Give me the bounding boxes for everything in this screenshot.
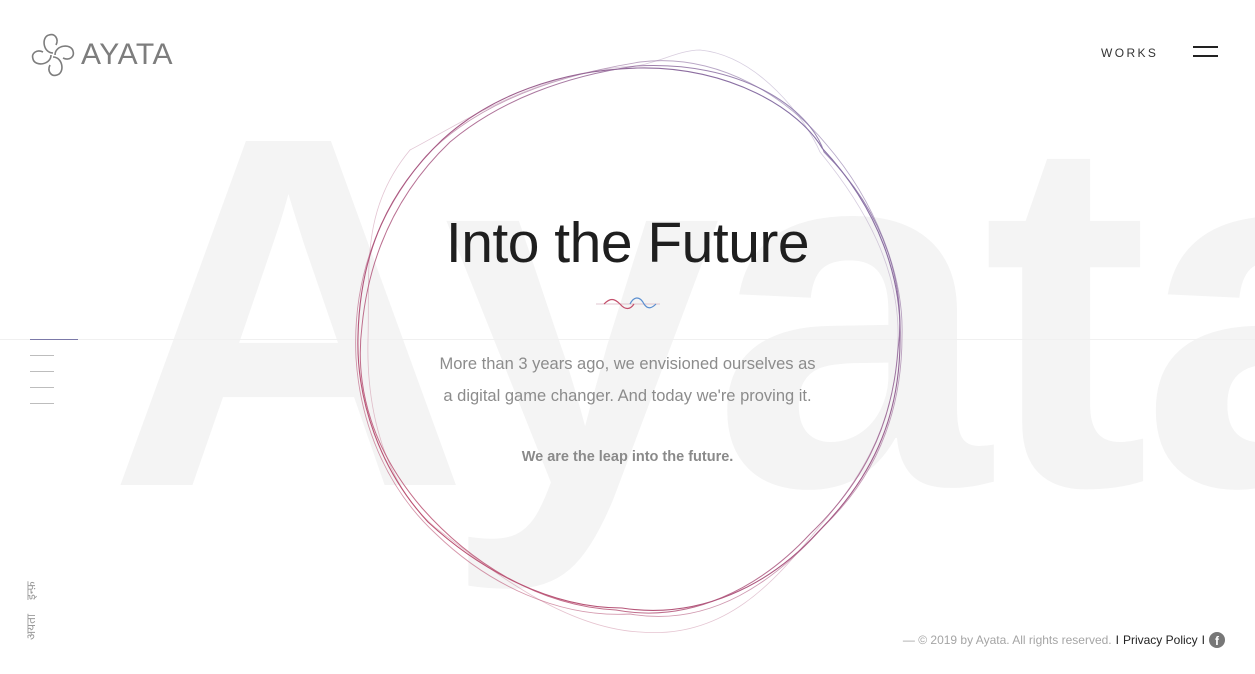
organic-rings-graphic [355,49,903,634]
brand-logo[interactable]: AYATA [29,31,173,79]
clover-logo-icon [31,33,75,77]
hero-tagline: We are the leap into the future. [521,449,734,465]
privacy-policy-link[interactable]: Privacy Policy [1123,633,1198,647]
wave-divider-icon [596,297,660,310]
hamburger-menu-icon[interactable] [1193,46,1219,60]
brand-name: AYATA [81,38,173,71]
slide-indicator[interactable] [30,403,54,404]
footer-separator: I [1115,633,1119,647]
slide-indicator[interactable] [30,355,54,356]
hero-description: More than 3 years ago, we envisioned our… [0,348,1255,412]
slide-indicator[interactable] [30,371,54,372]
facebook-icon[interactable]: f [1209,632,1225,648]
nav-works-link[interactable]: WORKS [1101,46,1158,60]
hero-line-1: More than 3 years ago, we envisioned our… [439,355,816,373]
vertical-text-2: इन्फ़ [24,581,38,600]
menu-line [1193,46,1218,48]
vertical-text-1: अयता [24,613,38,640]
slide-indicators [30,339,78,419]
vertical-side-text: अयता इन्फ़ [22,574,42,640]
footer-separator: I [1201,633,1205,647]
copyright-text: — © 2019 by Ayata. All rights reserved. [902,633,1112,647]
slide-indicator[interactable] [30,387,54,388]
hero-line-2: a digital game changer. And today we're … [443,387,812,405]
page: Ayata AYATA WORKS [0,0,1255,674]
menu-line [1193,55,1218,57]
hero-title: Into the Future [445,211,810,275]
slide-indicator[interactable] [30,339,78,340]
footer: — © 2019 by Ayata. All rights reserved. … [903,632,1225,648]
